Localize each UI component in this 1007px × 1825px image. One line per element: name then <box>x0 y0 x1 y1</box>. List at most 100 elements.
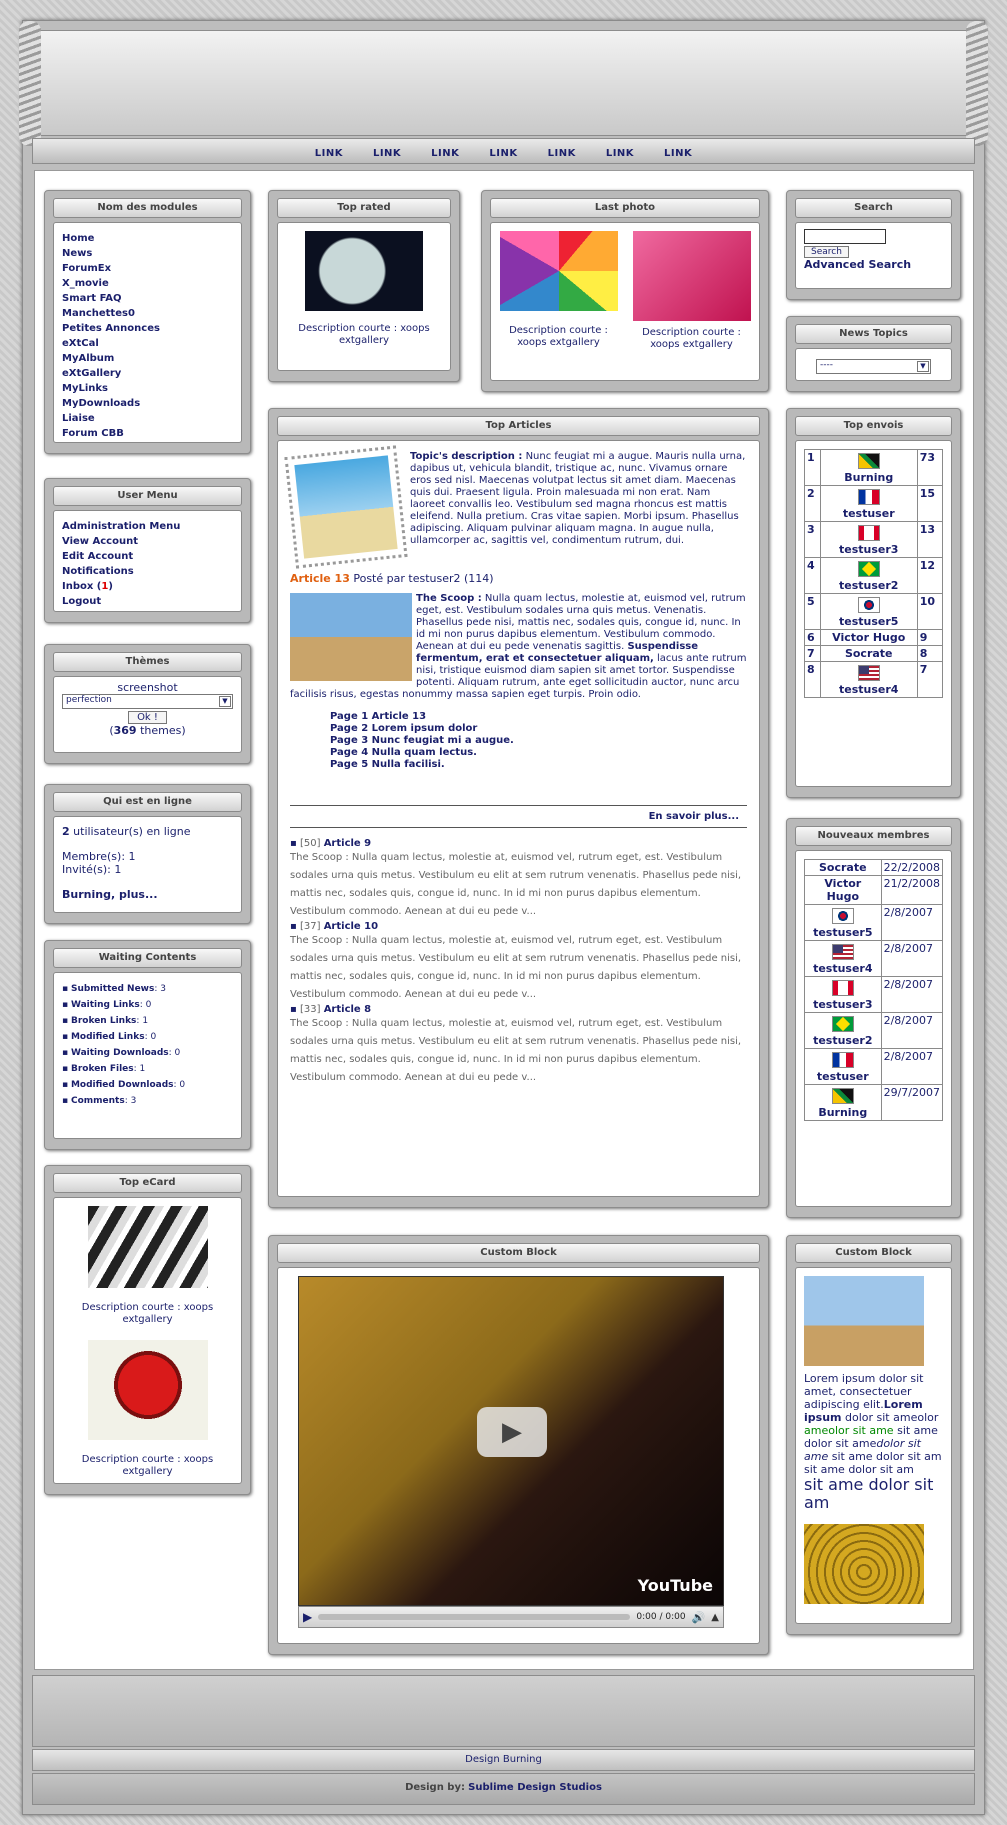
user-cell[interactable]: Burning <box>819 449 918 486</box>
nav-link[interactable]: LINK <box>664 148 692 159</box>
article-list-summary: The Scoop : Nulla quam lectus, molestie … <box>290 935 742 1000</box>
waiting-item-link[interactable]: Waiting Links <box>71 1000 140 1010</box>
user-cell[interactable]: testuser5 <box>819 593 918 630</box>
inbox-link[interactable]: Inbox (1) <box>62 579 233 594</box>
waiting-item-link[interactable]: Broken Files <box>71 1064 134 1074</box>
video-player[interactable]: ▶ YouTube <box>298 1276 724 1606</box>
user-cell[interactable]: Victor Hugo <box>819 629 918 646</box>
module-link[interactable]: MyLinks <box>62 381 233 396</box>
module-link[interactable]: MyDownloads <box>62 396 233 411</box>
user-cell[interactable]: testuser3 <box>819 521 918 558</box>
member-cell[interactable]: testuser4 <box>804 940 882 977</box>
news-topics-block: News Topics ---- ▼ <box>786 316 961 392</box>
waiting-item-link[interactable]: Submitted News <box>71 984 154 994</box>
flag-icon <box>857 561 880 577</box>
user-menu-link[interactable]: Administration Menu <box>62 519 233 534</box>
lorem-4: ameolor sit ame <box>804 1424 894 1437</box>
top-rated-image[interactable] <box>305 231 423 311</box>
news-topics-select[interactable]: ---- ▼ <box>816 359 931 374</box>
ecard-image-2[interactable] <box>87 1340 208 1440</box>
seek-bar[interactable] <box>318 1614 631 1620</box>
article-page-link[interactable]: Page 1 Article 13 <box>330 711 747 723</box>
search-block: Search Search Advanced Search <box>786 190 961 300</box>
module-link[interactable]: Forum CBB <box>62 426 233 441</box>
search-input[interactable] <box>804 229 886 244</box>
module-link[interactable]: X_movie <box>62 276 233 291</box>
bullet-icon: ▪ <box>290 838 300 849</box>
waiting-item-link[interactable]: Modified Downloads <box>71 1080 174 1090</box>
theme-select[interactable]: perfection ▼ <box>62 694 233 709</box>
last-photo-image-2[interactable] <box>632 231 751 321</box>
article-page-link[interactable]: Page 3 Nunc feugiat mi a augue. <box>330 735 747 747</box>
user-menu-link[interactable]: View Account <box>62 534 233 549</box>
nav-link[interactable]: LINK <box>315 148 343 159</box>
user-cell[interactable]: testuser4 <box>819 661 918 698</box>
nav-link[interactable]: LINK <box>489 148 517 159</box>
article-page-link[interactable]: Page 2 Lorem ipsum dolor <box>330 723 747 735</box>
play-button-icon[interactable]: ▶ <box>303 1610 312 1624</box>
article-list-summary: The Scoop : Nulla quam lectus, molestie … <box>290 1018 742 1083</box>
waiting-item-link[interactable]: Waiting Downloads <box>71 1048 169 1058</box>
article-list-item: ▪ [50] Article 9 <box>290 838 747 849</box>
user-name: testuser <box>842 507 895 520</box>
volume-icon[interactable]: 🔊 <box>692 1611 706 1624</box>
nav-link[interactable]: LINK <box>431 148 459 159</box>
article-list-title[interactable]: Article 9 <box>324 838 371 849</box>
member-cell[interactable]: Socrate <box>804 859 882 876</box>
footer-by-link[interactable]: Sublime Design Studios <box>468 1782 602 1793</box>
count-cell: 12 <box>916 557 944 594</box>
nav-link[interactable]: LINK <box>606 148 634 159</box>
read-more-bar: En savoir plus... <box>290 805 747 828</box>
user-cell[interactable]: testuser2 <box>819 557 918 594</box>
user-cell[interactable]: Socrate <box>819 645 918 662</box>
module-link[interactable]: ForumEx <box>62 261 233 276</box>
top-articles-block: Top Articles Topic's description : Nunc … <box>268 408 769 1208</box>
user-name: Socrate <box>844 647 893 660</box>
waiting-item: ▪ Waiting Links: 0 <box>62 997 233 1013</box>
member-cell[interactable]: testuser3 <box>804 976 882 1013</box>
fullscreen-icon[interactable]: ▲ <box>711 1612 719 1623</box>
member-cell[interactable]: testuser2 <box>804 1012 882 1049</box>
article-list-title[interactable]: Article 8 <box>324 1004 371 1015</box>
advanced-search-link[interactable]: Advanced Search <box>804 258 943 271</box>
logout-link[interactable]: Logout <box>62 594 233 609</box>
module-link[interactable]: MyAlbum <box>62 351 233 366</box>
last-photo-image-1[interactable] <box>499 231 618 311</box>
module-link[interactable]: Manchettes0 <box>62 306 233 321</box>
member-cell[interactable]: testuser <box>804 1048 882 1085</box>
waiting-item-link[interactable]: Broken Links <box>71 1016 136 1026</box>
user-menu-link[interactable]: Edit Account <box>62 549 233 564</box>
module-link[interactable]: eXtGallery <box>62 366 233 381</box>
flag-icon <box>857 525 880 541</box>
module-link[interactable]: News <box>62 246 233 261</box>
play-icon[interactable]: ▶ <box>477 1407 547 1457</box>
nav-link[interactable]: LINK <box>373 148 401 159</box>
member-cell[interactable]: Burning <box>804 1084 882 1121</box>
online-count: 2 utilisateur(s) en ligne <box>62 825 233 838</box>
module-link[interactable]: Liaise <box>62 411 233 426</box>
waiting-item-link[interactable]: Comments <box>71 1096 125 1106</box>
ok-button[interactable]: Ok ! <box>128 711 167 724</box>
article-header: Article 13 Posté par testuser2 (114) <box>290 573 747 585</box>
article-page-link[interactable]: Page 4 Nulla quam lectus. <box>330 747 747 759</box>
article-page-link[interactable]: Page 5 Nulla facilisi. <box>330 759 747 771</box>
waiting-item-link[interactable]: Modified Links <box>71 1032 145 1042</box>
flag-icon <box>857 453 880 469</box>
search-button[interactable]: Search <box>804 246 849 258</box>
ecard-image-1[interactable] <box>87 1206 208 1288</box>
article-title-link[interactable]: Article 13 <box>290 572 350 585</box>
user-menu-link[interactable]: Notifications <box>62 564 233 579</box>
module-link[interactable]: Petites Annonces <box>62 321 233 336</box>
online-more-link[interactable]: Burning, plus... <box>62 888 233 901</box>
nav-link[interactable]: LINK <box>548 148 576 159</box>
read-more-link[interactable]: En savoir plus... <box>649 811 739 822</box>
user-cell[interactable]: testuser <box>819 485 918 522</box>
rank-cell: 1 <box>804 449 821 486</box>
member-cell[interactable]: testuser5 <box>804 904 882 941</box>
module-link[interactable]: Home <box>62 231 233 246</box>
module-link[interactable]: eXtCal <box>62 336 233 351</box>
module-link[interactable]: Smart FAQ <box>62 291 233 306</box>
article-list-title[interactable]: Article 10 <box>324 921 378 932</box>
member-cell[interactable]: Victor Hugo <box>804 875 882 905</box>
table-row: testuser4 2/8/2007 <box>804 940 944 977</box>
